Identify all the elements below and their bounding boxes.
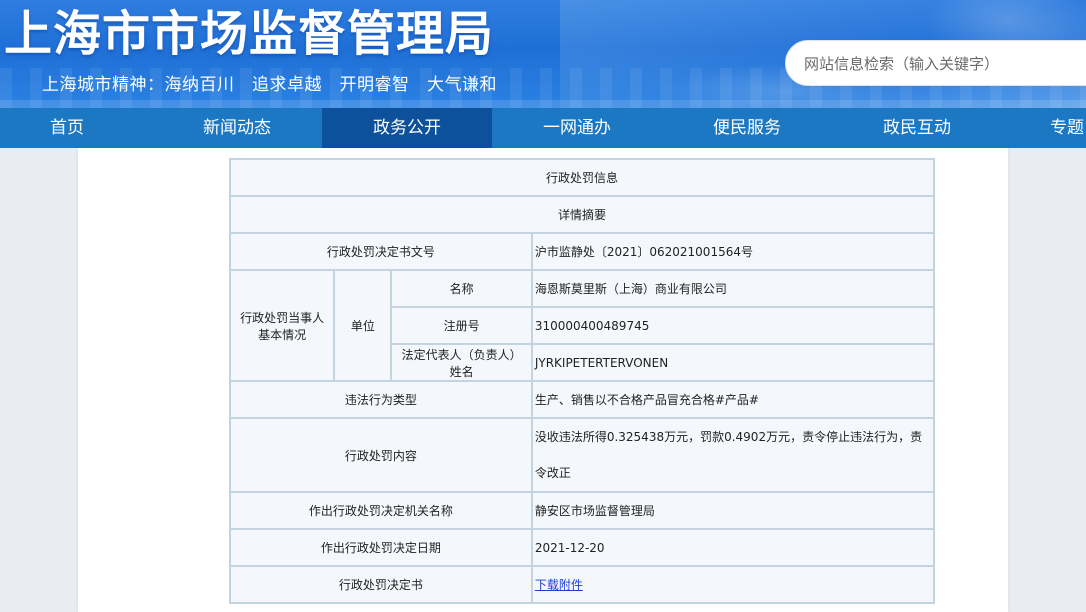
- penalty-content-label: 行政处罚内容: [231, 419, 531, 491]
- table-subtitle: 详情摘要: [231, 197, 933, 232]
- decision-document-label: 行政处罚决定书: [231, 567, 531, 602]
- legal-representative-label: 法定代表人（负责人）姓名: [392, 345, 531, 380]
- company-name-value: 海恩斯莫里斯（上海）商业有限公司: [532, 271, 933, 306]
- authority-name-label: 作出行政处罚决定机关名称: [231, 493, 531, 528]
- registration-number-value: 310000400489745: [532, 308, 933, 343]
- nav-item-home[interactable]: 首页: [0, 108, 134, 148]
- violation-type-value: 生产、销售以不合格产品冒充合格#产品#: [532, 382, 933, 417]
- decision-number-label: 行政处罚决定书文号: [231, 234, 531, 269]
- nav-item-interaction[interactable]: 政民互动: [832, 108, 1002, 148]
- penalty-content-value: 没收违法所得0.325438万元，罚款0.4902万元，责令停止违法行为，责令改…: [532, 419, 933, 491]
- nav-item-public-services[interactable]: 便民服务: [662, 108, 832, 148]
- search-box[interactable]: [785, 40, 1086, 86]
- decision-date-value: 2021-12-20: [532, 530, 933, 565]
- search-input[interactable]: [802, 51, 1086, 77]
- registration-number-label: 注册号: [392, 308, 531, 343]
- decision-date-label: 作出行政处罚决定日期: [231, 530, 531, 565]
- party-info-label: 行政处罚当事人基本情况: [231, 271, 334, 380]
- city-slogan: 上海城市精神：海纳百川 追求卓越 开明睿智 大气谦和: [42, 75, 497, 95]
- download-attachment-link[interactable]: 下载附件: [535, 578, 583, 592]
- nav-item-government-affairs[interactable]: 政务公开: [322, 108, 492, 148]
- content-panel: 行政处罚信息 详情摘要 行政处罚决定书文号 沪市监静处〔2021〕0620210…: [78, 148, 1008, 612]
- penalty-info-table: 行政处罚信息 详情摘要 行政处罚决定书文号 沪市监静处〔2021〕0620210…: [229, 158, 935, 604]
- decision-number-value: 沪市监静处〔2021〕062021001564号: [532, 234, 933, 269]
- legal-representative-value: JYRKIPETERTERVONEN: [532, 345, 933, 380]
- decision-document-cell: 下载附件: [532, 567, 933, 602]
- violation-type-label: 违法行为类型: [231, 382, 531, 417]
- company-name-label: 名称: [392, 271, 531, 306]
- nav-item-topics[interactable]: 专题: [1032, 108, 1086, 148]
- nav-item-news[interactable]: 新闻动态: [152, 108, 322, 148]
- party-type-label: 单位: [335, 271, 391, 380]
- site-title[interactable]: 上海市市场监督管理局: [4, 4, 494, 64]
- main-nav: 首页 新闻动态 政务公开 一网通办 便民服务 政民互动 专题: [0, 108, 1086, 148]
- table-title: 行政处罚信息: [231, 160, 933, 195]
- authority-name-value: 静安区市场监督管理局: [532, 493, 933, 528]
- site-header: 上海市市场监督管理局 上海城市精神：海纳百川 追求卓越 开明睿智 大气谦和: [0, 0, 1086, 108]
- nav-item-online-services[interactable]: 一网通办: [492, 108, 662, 148]
